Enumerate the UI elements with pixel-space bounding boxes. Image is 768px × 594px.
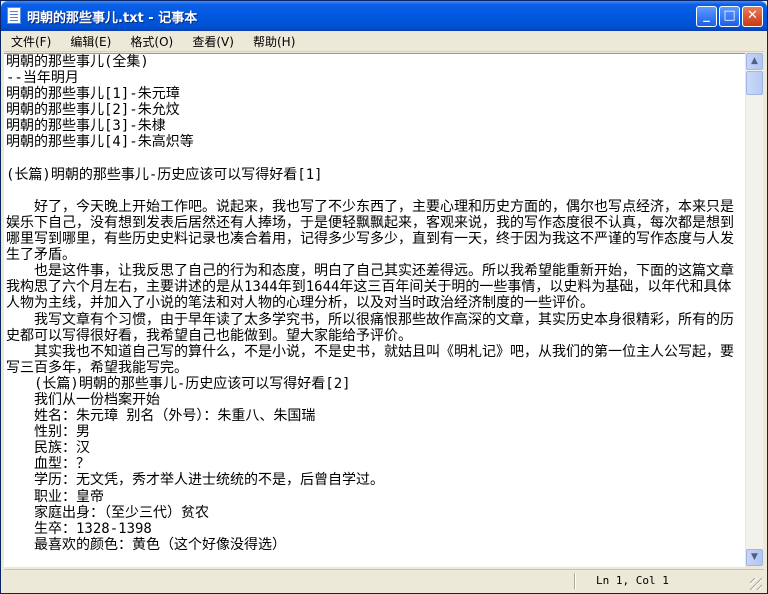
text-editor[interactable]: 明朝的那些事儿(全集) --当年明月 明朝的那些事儿[1]-朱元璋 明朝的那些事儿[2… [4,53,745,567]
text-line: 我们从一份档案开始 [6,391,160,408]
notepad-icon[interactable] [7,7,21,24]
status-divider [574,573,575,589]
text-line: 性别：男 [6,424,90,441]
text-line: 明朝的那些事儿[3]-朱棣 [6,118,166,135]
text-line: (长篇)明朝的那些事儿-历史应该可以写得好看[1] [6,166,323,183]
menu-bar: 文件(F) 编辑(E) 格式(O) 查看(V) 帮助(H) [4,31,764,52]
text-line: 姓名：朱元璋 别名（外号）：朱重八、朱国瑞 [6,408,316,425]
text-line [6,183,744,199]
menu-help[interactable]: 帮助(H) [246,32,302,52]
text-line: 民族：汉 [6,440,90,457]
text-line: 职业：皇帝 [6,488,104,505]
title-bar[interactable]: 明朝的那些事儿.txt - 记事本 _ □ ✕ [1,1,767,31]
text-line: --当年明月 [6,70,79,87]
notepad-window: 明朝的那些事儿.txt - 记事本 _ □ ✕ 文件(F) 编辑(E) 格式(O… [0,0,768,594]
document-text[interactable]: 明朝的那些事儿(全集) --当年明月 明朝的那些事儿[1]-朱元璋 明朝的那些事儿[2… [6,54,744,553]
status-bar: Ln 1, Col 1 [4,569,764,592]
text-line [6,151,744,167]
text-line: 明朝的那些事儿[1]-朱元璋 [6,86,180,103]
vertical-scrollbar[interactable]: ▲ ▼ [745,53,763,566]
resize-grip-icon[interactable] [750,578,762,590]
scroll-up-button[interactable]: ▲ [746,53,763,70]
text-line: 我写文章有个习惯，由于早年读了太多学究书，所以很痛恨那些故作高深的文章，其实历史… [6,311,734,344]
text-line: 明朝的那些事儿(全集) [6,54,149,70]
menu-file[interactable]: 文件(F) [4,32,58,52]
scroll-down-button[interactable]: ▼ [746,549,763,566]
text-line: 学历：无文凭，秀才举人进士统统的不是，后曾自学过。 [6,472,384,489]
cursor-position: Ln 1, Col 1 [596,574,669,587]
maximize-button[interactable]: □ [719,6,740,27]
text-line: 明朝的那些事儿[2]-朱允炆 [6,102,180,119]
text-line: 生卒：1328-1398 [6,520,152,537]
close-button[interactable]: ✕ [742,6,763,27]
minimize-button[interactable]: _ [696,6,717,27]
text-line: 也是这件事，让我反思了自己的行为和态度，明白了自己其实还差得远。所以我希望能重新… [6,263,734,312]
text-line: 明朝的那些事儿[4]-朱高炽等 [6,134,194,151]
text-line: 其实我也不知道自己写的算什么，不是小说，不是史书，就姑且叫《明札记》吧，从我们的… [6,343,734,376]
text-line: 最喜欢的颜色：黄色（这个好像没得选） [6,536,286,553]
text-line: (长篇)明朝的那些事儿-历史应该可以写得好看[2] [6,375,351,392]
text-line: 家庭出身：（至少三代）贫农 [6,504,209,521]
text-line: 血型：？ [6,456,90,473]
scroll-thumb[interactable] [746,71,763,95]
window-title: 明朝的那些事儿.txt - 记事本 [27,11,198,26]
menu-format[interactable]: 格式(O) [123,32,180,52]
menu-edit[interactable]: 编辑(E) [63,32,118,52]
menu-view[interactable]: 查看(V) [185,32,241,52]
text-line: 好了，今天晚上开始工作吧。说起来，我也写了不少东西了，主要心理和历史方面的，偶尔… [6,198,734,264]
